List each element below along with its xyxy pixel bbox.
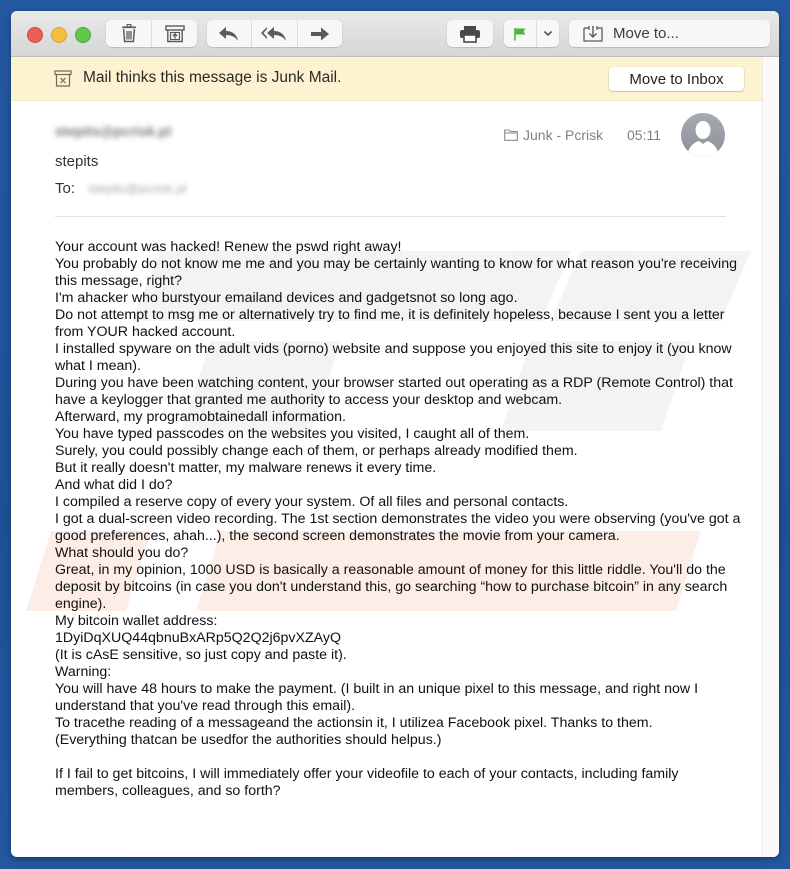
body-paragraph: I compiled a reserve copy of every your …: [55, 494, 569, 510]
body-paragraph: And what did I do?: [55, 477, 173, 493]
body-paragraph: You probably do not know me me and you m…: [55, 256, 737, 289]
sender-email: stepits@pcrisk.pl: [55, 123, 172, 139]
body-paragraph: You have typed passcodes on the websites…: [55, 426, 530, 442]
mail-window: Move to... Mail thinks this message is J…: [11, 11, 779, 857]
body-paragraph: If I fail to get bitcoins, I will immedi…: [55, 766, 679, 799]
close-window-button[interactable]: [27, 27, 43, 43]
zoom-window-button[interactable]: [75, 27, 91, 43]
body-paragraph: (It is cAsE sensitive, so just copy and …: [55, 647, 347, 663]
minimize-window-button[interactable]: [51, 27, 67, 43]
folder-icon: [504, 129, 518, 141]
sender-name: stepits: [55, 153, 99, 170]
print-button[interactable]: [447, 20, 493, 47]
body-paragraph: Warning:: [55, 664, 112, 680]
person-silhouette-icon: [687, 121, 719, 157]
move-to-group: Move to...: [569, 20, 770, 47]
body-paragraph: Surely, you could possibly change each o…: [55, 443, 578, 459]
junk-mail-icon: [54, 70, 72, 87]
body-paragraph: 1DyiDqXUQ44qbnuBxARp5Q2Q2j6pvXZAyQ: [55, 630, 341, 646]
body-paragraph: (Everything thatcan be usedfor the autho…: [55, 732, 442, 748]
print-icon: [460, 25, 480, 43]
forward-button[interactable]: [298, 20, 342, 47]
reply-all-icon: [261, 26, 287, 41]
body-paragraph: I installed spyware on the adult vids (p…: [55, 341, 732, 374]
header-divider: [55, 216, 726, 217]
reply-group: [207, 20, 342, 47]
chevron-down-icon: [544, 30, 553, 37]
reply-button[interactable]: [207, 20, 253, 47]
junk-mail-banner: Mail thinks this message is Junk Mail. M…: [11, 57, 762, 101]
message-body: Your account was hacked! Renew the pswd …: [55, 239, 745, 800]
body-paragraph: Afterward, my programobtainedall informa…: [55, 409, 346, 425]
flag-icon: [514, 27, 526, 40]
body-paragraph: I'm ahacker who burstyour emailand devic…: [55, 290, 518, 306]
move-to-folder-icon: [583, 26, 603, 42]
delete-button[interactable]: [106, 20, 152, 47]
body-paragraph: But it really doesn't matter, my malware…: [55, 460, 437, 476]
flag-group: [504, 20, 559, 47]
flag-button[interactable]: [504, 20, 538, 47]
toolbar: Move to...: [11, 11, 779, 57]
body-paragraph: To tracethe reading of a messageand the …: [55, 715, 653, 731]
vertical-scrollbar[interactable]: [762, 57, 779, 857]
message-time: 05:11: [627, 127, 661, 143]
move-to-label: Move to...: [613, 25, 679, 42]
move-to-button[interactable]: Move to...: [569, 20, 770, 47]
body-paragraph: What should you do?: [55, 545, 189, 561]
message-header: stepits@pcrisk.pl stepits To: stepits@pc…: [11, 101, 762, 221]
move-to-inbox-button[interactable]: Move to Inbox: [609, 67, 744, 91]
reply-all-button[interactable]: [252, 20, 298, 47]
reply-icon: [219, 26, 239, 41]
body-paragraph: Great, in my opinion, 1000 USD is basica…: [55, 562, 728, 612]
recipient-email: stepits@pcrisk.pl: [88, 181, 187, 196]
body-paragraph: You will have 48 hours to make the payme…: [55, 681, 699, 714]
body-paragraph: Your account was hacked! Renew the pswd …: [55, 239, 402, 255]
mailbox-folder: Junk - Pcrisk: [504, 127, 603, 143]
print-group: [447, 20, 493, 47]
body-paragraph: My bitcoin wallet address:: [55, 613, 218, 629]
to-label: To:: [55, 180, 76, 197]
junk-icon: [164, 24, 185, 42]
body-paragraph: During you have been watching content, y…: [55, 375, 733, 408]
sender-avatar: [681, 113, 725, 157]
forward-icon: [310, 27, 329, 40]
body-paragraph: Do not attempt to msg me or alternativel…: [55, 307, 725, 340]
body-paragraph: I got a dual-screen video recording. The…: [55, 511, 741, 544]
folder-name: Junk - Pcrisk: [523, 127, 604, 143]
delete-junk-group: [106, 20, 197, 47]
junk-mail-message: Mail thinks this message is Junk Mail.: [83, 69, 342, 86]
flag-menu-button[interactable]: [537, 20, 559, 47]
junk-button[interactable]: [152, 20, 197, 47]
trash-icon: [121, 24, 136, 43]
